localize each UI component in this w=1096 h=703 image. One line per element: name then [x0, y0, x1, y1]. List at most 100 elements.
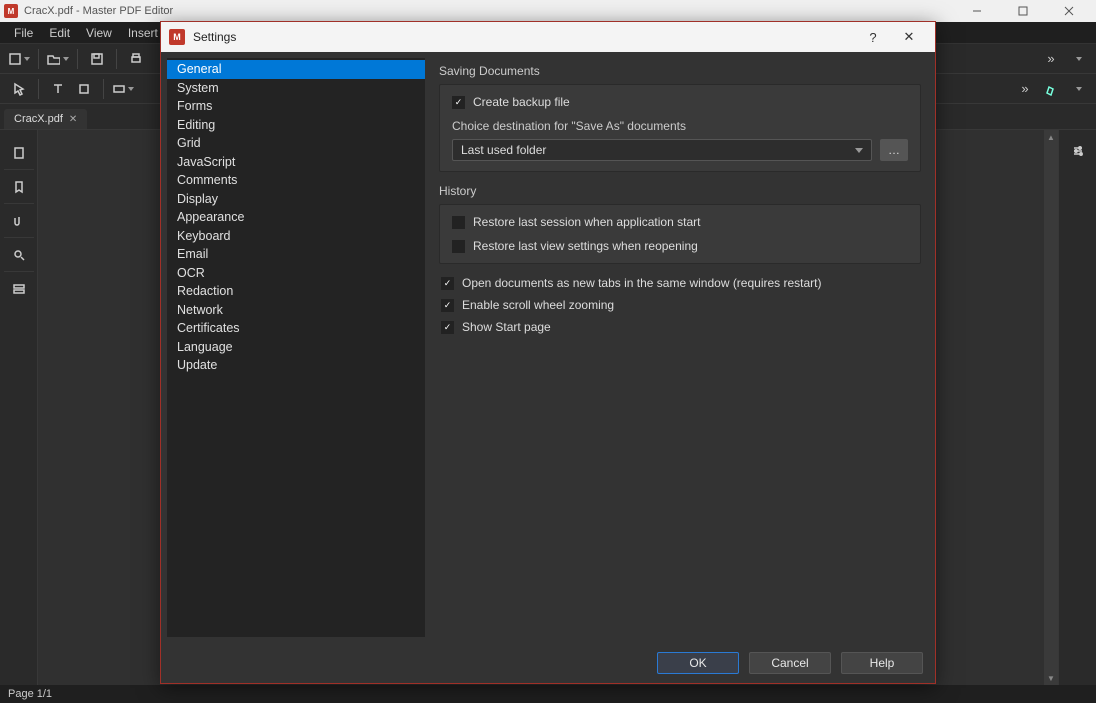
text-select-tool[interactable]	[47, 78, 69, 100]
save-button[interactable]	[86, 48, 108, 70]
nav-item-editing[interactable]: Editing	[167, 116, 425, 135]
create-backup-checkbox[interactable]: Create backup file	[452, 95, 908, 109]
window-title: CracX.pdf - Master PDF Editor	[24, 5, 173, 17]
browse-button[interactable]: …	[880, 139, 908, 161]
checkbox-icon	[452, 96, 465, 109]
attachments-icon[interactable]	[4, 204, 34, 238]
create-backup-label: Create backup file	[473, 95, 570, 109]
history-group: Restore last session when application st…	[439, 204, 921, 264]
dialog-close-button[interactable]: ✕	[891, 22, 927, 52]
doc-tab-label: CracX.pdf	[14, 113, 63, 125]
pointer-tool[interactable]	[8, 78, 30, 100]
saveas-dest-row: Last used folder …	[452, 139, 908, 161]
nav-item-display[interactable]: Display	[167, 190, 425, 209]
doc-tab[interactable]: CracX.pdf ✕	[4, 109, 87, 129]
checkbox-icon	[452, 216, 465, 229]
scroll-up-icon[interactable]: ▲	[1044, 130, 1058, 144]
section-history-label: History	[439, 184, 921, 198]
ellipsis-icon: …	[888, 143, 900, 157]
menu-insert[interactable]: Insert	[120, 23, 166, 43]
show-start-checkbox[interactable]: Show Start page	[441, 320, 919, 334]
left-sidebar	[0, 130, 38, 685]
bookmarks-icon[interactable]	[4, 170, 34, 204]
close-button[interactable]	[1046, 0, 1092, 22]
minimize-button[interactable]	[954, 0, 1000, 22]
nav-item-javascript[interactable]: JavaScript	[167, 153, 425, 172]
open-button[interactable]	[47, 48, 69, 70]
layers-icon[interactable]	[4, 272, 34, 306]
nav-item-general[interactable]: General	[167, 60, 425, 79]
cancel-button[interactable]: Cancel	[749, 652, 831, 674]
menu-file[interactable]: File	[6, 23, 41, 43]
ok-button[interactable]: OK	[657, 652, 739, 674]
toolbar-1-overflow[interactable]: »	[1040, 48, 1062, 70]
nav-item-keyboard[interactable]: Keyboard	[167, 227, 425, 246]
right-sidebar	[1058, 130, 1096, 685]
saveas-dest-combo[interactable]: Last used folder	[452, 139, 872, 161]
checkbox-icon	[441, 277, 454, 290]
menu-edit[interactable]: Edit	[41, 23, 78, 43]
dialog-footer: OK Cancel Help	[161, 643, 935, 683]
dialog-content: Saving Documents Create backup file Choi…	[425, 52, 935, 643]
saveas-dest-value: Last used folder	[461, 143, 546, 157]
print-button[interactable]	[125, 48, 147, 70]
dialog-body: GeneralSystemFormsEditingGridJavaScriptC…	[161, 52, 935, 643]
saving-group: Create backup file Choice destination fo…	[439, 84, 921, 172]
nav-item-comments[interactable]: Comments	[167, 171, 425, 190]
maximize-button[interactable]	[1000, 0, 1046, 22]
open-tabs-checkbox[interactable]: Open documents as new tabs in the same w…	[441, 276, 919, 290]
nav-item-appearance[interactable]: Appearance	[167, 208, 425, 227]
thumbnails-icon[interactable]	[4, 136, 34, 170]
new-doc-button[interactable]	[8, 48, 30, 70]
dialog-titlebar: M Settings ? ✕	[161, 22, 935, 52]
help-button[interactable]: Help	[841, 652, 923, 674]
settings-dialog: M Settings ? ✕ GeneralSystemFormsEditing…	[160, 21, 936, 684]
section-saving-label: Saving Documents	[439, 64, 921, 78]
nav-item-forms[interactable]: Forms	[167, 97, 425, 116]
scroll-zoom-checkbox[interactable]: Enable scroll wheel zooming	[441, 298, 919, 312]
form-tool[interactable]	[112, 78, 134, 100]
misc-options: Open documents as new tabs in the same w…	[439, 276, 921, 334]
nav-item-ocr[interactable]: OCR	[167, 264, 425, 283]
restore-session-label: Restore last session when application st…	[473, 215, 700, 229]
close-icon[interactable]: ✕	[69, 114, 77, 125]
dialog-app-icon: M	[169, 29, 185, 45]
toolbar-2-dropdown[interactable]	[1066, 78, 1088, 100]
main-titlebar: M CracX.pdf - Master PDF Editor	[0, 0, 1096, 22]
nav-item-network[interactable]: Network	[167, 301, 425, 320]
dialog-nav: GeneralSystemFormsEditingGridJavaScriptC…	[167, 58, 425, 637]
toolbar-2-more: »	[1014, 78, 1088, 100]
highlight-tool[interactable]	[1040, 78, 1062, 100]
page-status: Page 1/1	[8, 688, 52, 700]
sliders-icon[interactable]	[1063, 136, 1093, 166]
scroll-track[interactable]	[1044, 144, 1058, 671]
open-tabs-label: Open documents as new tabs in the same w…	[462, 276, 822, 290]
toolbar-1-dropdown[interactable]	[1066, 48, 1088, 70]
dialog-help-button[interactable]: ?	[855, 22, 891, 52]
show-start-label: Show Start page	[462, 320, 551, 334]
nav-item-grid[interactable]: Grid	[167, 134, 425, 153]
nav-item-email[interactable]: Email	[167, 245, 425, 264]
toolbar-2-overflow[interactable]: »	[1014, 78, 1036, 100]
scroll-zoom-label: Enable scroll wheel zooming	[462, 298, 614, 312]
saveas-dest-label: Choice destination for "Save As" documen…	[452, 119, 908, 133]
checkbox-icon	[441, 299, 454, 312]
edit-tool[interactable]	[73, 78, 95, 100]
restore-view-checkbox[interactable]: Restore last view settings when reopenin…	[452, 239, 908, 253]
vertical-scrollbar[interactable]: ▲ ▼	[1044, 130, 1058, 685]
checkbox-icon	[452, 240, 465, 253]
nav-item-redaction[interactable]: Redaction	[167, 282, 425, 301]
nav-item-system[interactable]: System	[167, 79, 425, 98]
dialog-title: Settings	[193, 30, 236, 44]
checkbox-icon	[441, 321, 454, 334]
menu-view[interactable]: View	[78, 23, 120, 43]
nav-item-certificates[interactable]: Certificates	[167, 319, 425, 338]
toolbar-1-more: »	[1040, 48, 1088, 70]
restore-view-label: Restore last view settings when reopenin…	[473, 239, 698, 253]
nav-item-update[interactable]: Update	[167, 356, 425, 375]
scroll-down-icon[interactable]: ▼	[1044, 671, 1058, 685]
search-icon[interactable]	[4, 238, 34, 272]
app-icon: M	[4, 4, 18, 18]
restore-session-checkbox[interactable]: Restore last session when application st…	[452, 215, 908, 229]
nav-item-language[interactable]: Language	[167, 338, 425, 357]
